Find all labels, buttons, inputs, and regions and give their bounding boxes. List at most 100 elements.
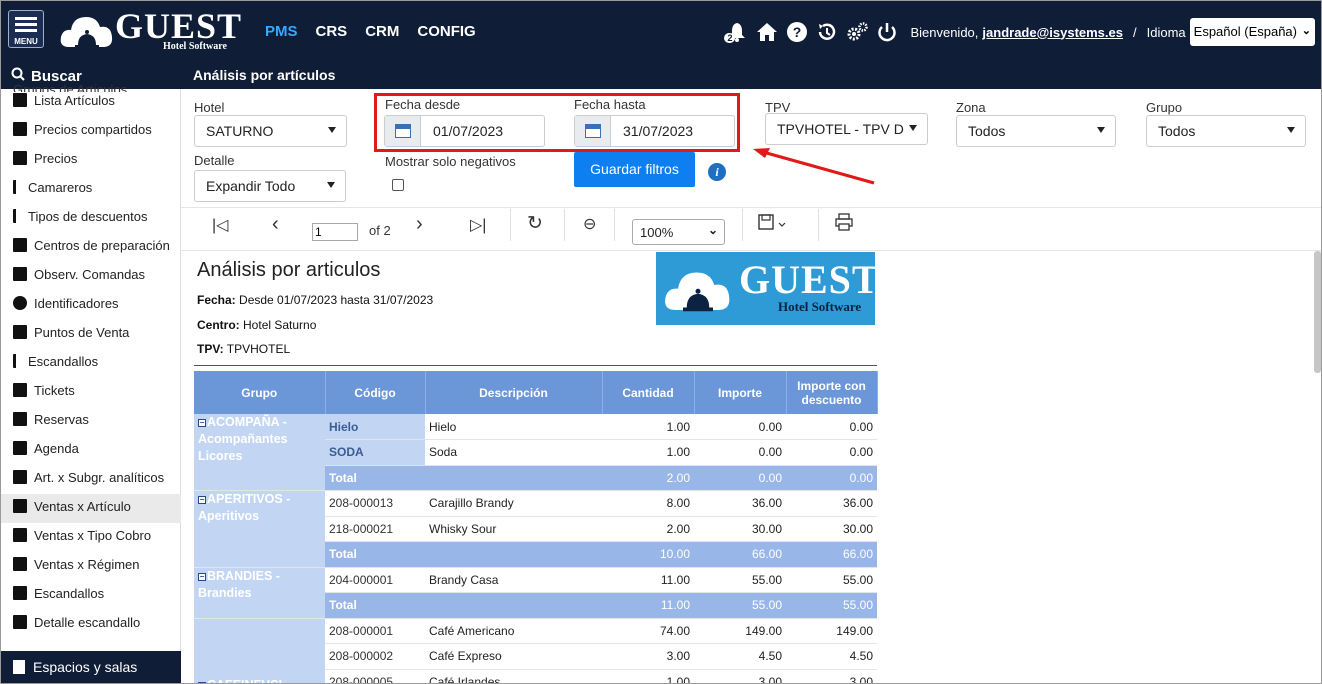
cell-dto: 149.00 <box>786 618 877 644</box>
collapse-icon[interactable]: − <box>198 496 206 504</box>
refresh-icon[interactable]: ↻ <box>527 212 543 235</box>
sidebar-item[interactable]: Ventas x Tipo Cobro <box>1 523 181 552</box>
negativos-checkbox[interactable] <box>392 179 404 191</box>
total-imp: 66.00 <box>694 541 786 568</box>
caret-down-icon <box>1097 127 1105 133</box>
home-icon[interactable] <box>756 21 778 43</box>
table-row: −CAFEINFUSI -208-000001Café Americano74.… <box>194 618 877 683</box>
last-page-icon[interactable]: ▷| <box>470 215 486 235</box>
sidebar-item[interactable]: Escandallos <box>1 349 181 378</box>
detalle-select[interactable]: Expandir Todo <box>194 170 346 202</box>
hotel-label: Hotel <box>194 100 225 115</box>
grupo-select[interactable]: Todos <box>1146 115 1306 147</box>
top-right-tools: 2 ? Bienvenido, jandrade@isystems.es / Id… <box>724 17 1315 47</box>
person-icon <box>13 180 21 194</box>
cell-code: SODA <box>325 439 425 466</box>
file-icon <box>13 499 27 513</box>
total-empty <box>425 465 602 491</box>
group-cell[interactable]: −CAFEINFUSI - <box>194 618 325 683</box>
sidebar-item[interactable]: Ventas x Artículo <box>1 494 181 523</box>
nav-crm[interactable]: CRM <box>365 23 399 40</box>
sidebar-item[interactable]: Tickets <box>1 378 181 407</box>
building-icon <box>13 238 27 252</box>
language-select[interactable]: Español (España) ⌄ <box>1189 18 1315 46</box>
zona-select[interactable]: Todos <box>956 115 1116 147</box>
highlight-box <box>374 93 740 152</box>
bell-icon[interactable]: 2 <box>724 21 748 43</box>
save-filters-button[interactable]: Guardar filtros <box>574 152 695 187</box>
info-icon[interactable]: i <box>708 163 726 181</box>
grupo-label: Grupo <box>1146 100 1183 115</box>
table-row: − ACOMPAÑA - Acompañantes Licores Hielo Hie… <box>194 414 877 491</box>
collapse-icon[interactable]: − <box>198 572 206 581</box>
total-empty <box>425 592 602 619</box>
sidebar-item[interactable]: Precios compartidos <box>1 117 181 146</box>
sidebar-item[interactable]: Puntos de Venta <box>1 320 181 349</box>
nav-crs[interactable]: CRS <box>316 23 348 40</box>
sidebar-item[interactable]: Art. x Subgr. analíticos <box>1 465 181 494</box>
cell-desc: Café Americano <box>425 618 602 644</box>
history-icon[interactable] <box>816 21 838 43</box>
sidebar-item[interactable]: Precios <box>1 146 181 175</box>
sidebar-item[interactable]: Reservas <box>1 407 181 436</box>
sidebar-item[interactable]: Identificadores <box>1 291 181 320</box>
hotel-select[interactable]: SATURNO <box>194 115 347 147</box>
nav-config[interactable]: CONFIG <box>417 23 475 40</box>
cell-dto: 36.00 <box>786 490 877 517</box>
tpv-select[interactable]: TPVHOTEL - TPV D <box>765 113 928 145</box>
list-icon <box>13 93 27 107</box>
detalle-label: Detalle <box>194 153 235 168</box>
sidebar-section-spaces[interactable]: Espacios y salas <box>1 651 181 683</box>
first-page-icon[interactable]: |◁ <box>212 215 228 235</box>
cell-imp: 0.00 <box>694 439 786 466</box>
zoom-select[interactable]: 100% ⌄ <box>632 219 725 245</box>
guest-logo[interactable]: GUEST Hotel Software <box>59 5 241 57</box>
cell-dto: 55.00 <box>786 567 877 593</box>
cell-dto: 0.00 <box>786 439 877 466</box>
next-page-icon[interactable]: › <box>416 213 423 236</box>
cell-code: 208-000002 <box>325 643 425 670</box>
file-icon <box>13 557 27 571</box>
file-icon <box>13 122 27 136</box>
save-report-icon[interactable] <box>758 213 788 238</box>
cell-imp: 30.00 <box>694 516 786 542</box>
top-bar: MENU GUEST Hotel Software PMS CRS CRM CO… <box>1 1 1321 63</box>
user-link[interactable]: jandrade@isystems.es <box>982 25 1123 40</box>
menu-button[interactable]: MENU <box>8 10 44 48</box>
sidebar-item[interactable]: Ventas x Régimen <box>1 552 181 581</box>
file-invoice-icon <box>13 151 27 165</box>
power-icon[interactable] <box>876 21 898 43</box>
sidebar-item[interactable]: Observ. Comandas <box>1 262 181 291</box>
chevron-down-icon: ⌄ <box>707 223 718 237</box>
scrollbar-thumb[interactable] <box>1314 251 1321 373</box>
sidebar-item[interactable]: Agenda <box>1 436 181 465</box>
cell-imp: 149.00 <box>694 618 786 644</box>
edit-icon <box>13 267 27 281</box>
cell-qty: 3.00 <box>602 643 694 670</box>
nav-pms[interactable]: PMS <box>265 23 298 40</box>
sidebar-item[interactable]: Centros de preparación <box>1 233 181 262</box>
sidebar-item[interactable]: Escandallos <box>1 581 181 610</box>
cell-desc: Brandy Casa <box>425 567 602 593</box>
sidebar-item[interactable]: Tipos de descuentos <box>1 204 181 233</box>
sidebar-item[interactable]: Camareros <box>1 175 181 204</box>
collapse-icon[interactable]: − <box>198 419 206 427</box>
back-icon[interactable]: ⊖ <box>583 214 596 234</box>
total-empty <box>425 541 602 568</box>
settings-icon[interactable] <box>846 21 869 43</box>
monitor-icon <box>13 325 27 339</box>
group-cell[interactable]: − APERITIVOS - Aperitivos <box>194 490 325 568</box>
file-icon <box>13 615 27 629</box>
list-icon <box>13 470 27 484</box>
group-cell[interactable]: − ACOMPAÑA - Acompañantes Licores <box>194 414 325 491</box>
help-icon[interactable]: ? <box>786 21 808 43</box>
sidebar-item[interactable]: Detalle escandallo <box>1 610 181 639</box>
cell-dto: 3.00 <box>786 669 877 683</box>
print-icon[interactable] <box>835 213 853 236</box>
page-number-input[interactable] <box>312 223 358 241</box>
group-cell[interactable]: − BRANDIES - Brandies <box>194 567 325 619</box>
total-imp: 0.00 <box>694 465 786 491</box>
sidebar-item[interactable]: Lista Artículos <box>1 88 181 117</box>
cell-imp: 4.50 <box>694 643 786 670</box>
prev-page-icon[interactable]: ‹ <box>272 213 279 236</box>
